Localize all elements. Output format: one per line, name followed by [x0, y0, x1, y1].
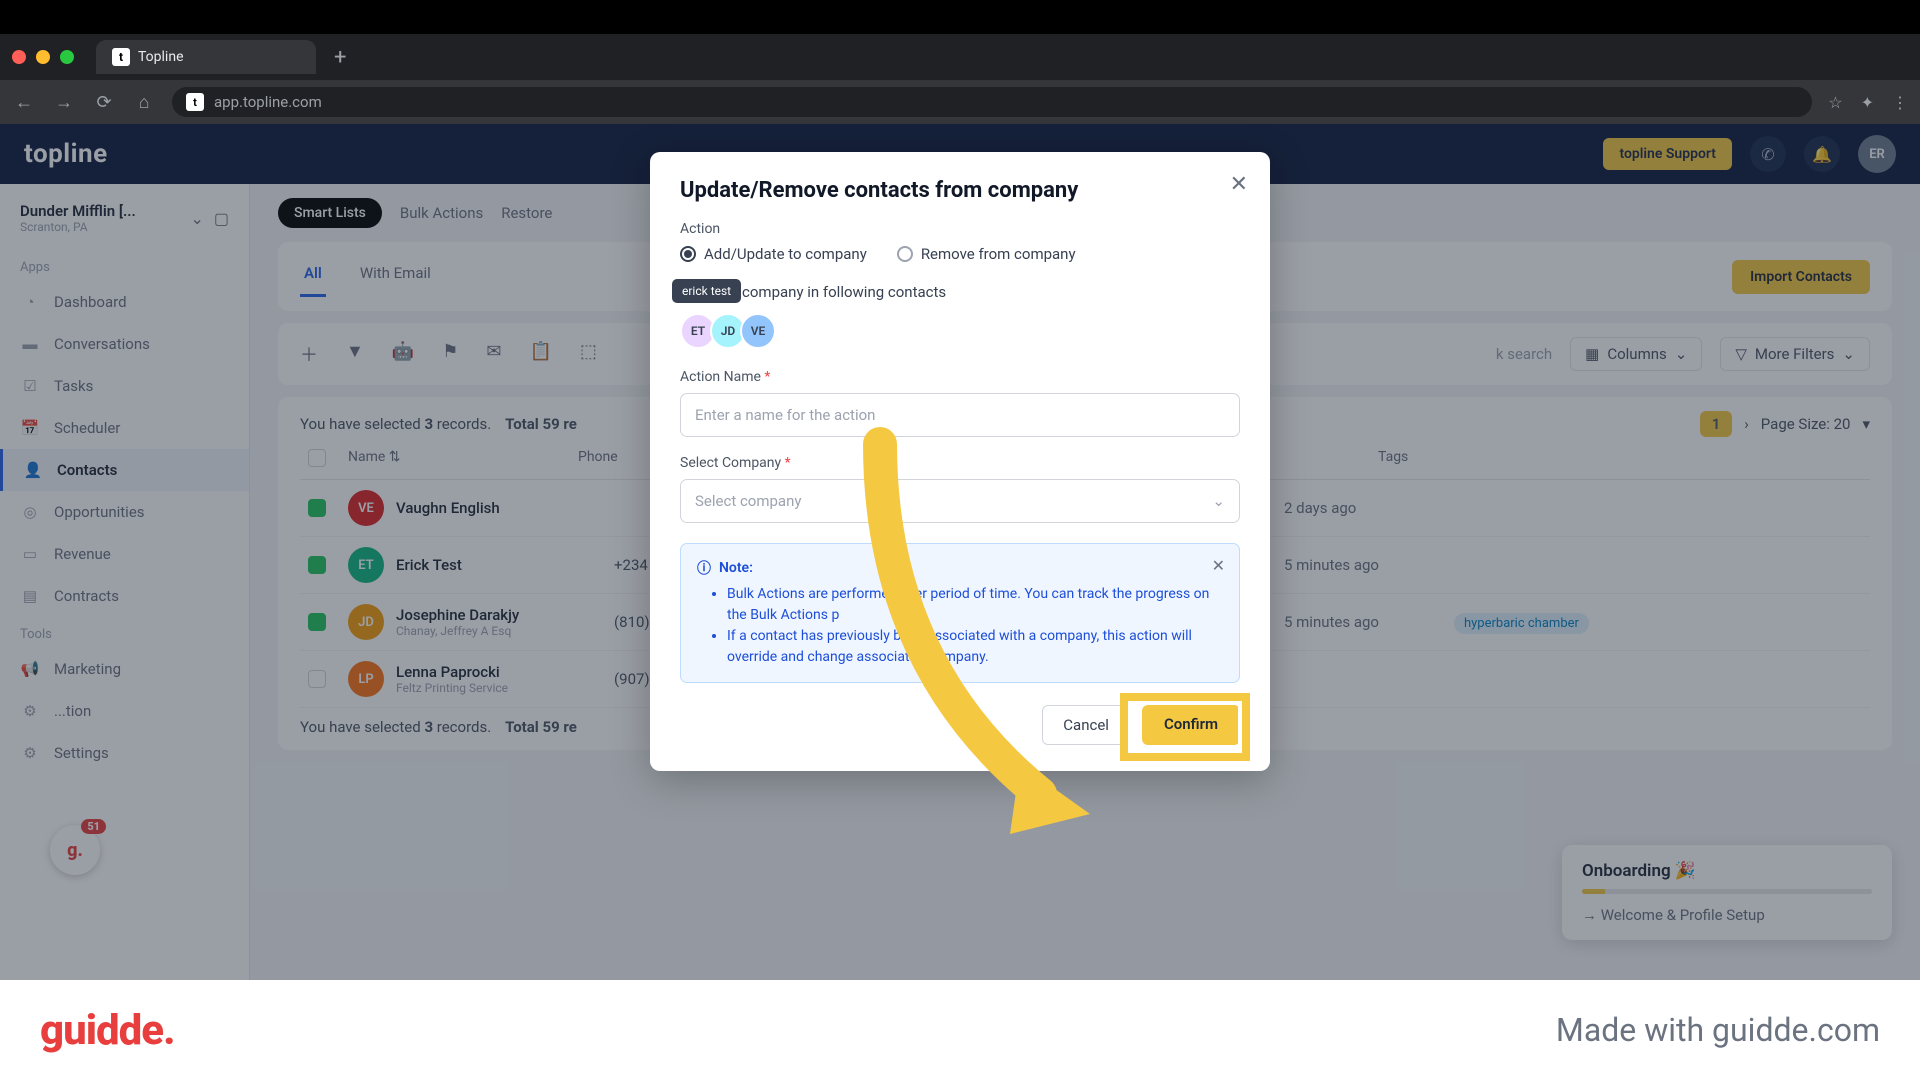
- guidde-logo: guidde.: [40, 1006, 175, 1055]
- note-close-icon[interactable]: ✕: [1212, 556, 1225, 575]
- bookmark-icon[interactable]: ☆: [1828, 93, 1842, 112]
- avatar-tooltip: erick test: [672, 279, 741, 303]
- note-line-2: If a contact has previously been associa…: [727, 626, 1223, 668]
- close-icon[interactable]: ✕: [1230, 172, 1248, 197]
- footer: guidde. Made with guidde.com: [0, 980, 1920, 1080]
- modal-title: Update/Remove contacts from company: [680, 178, 1240, 203]
- chevron-down-icon: ⌄: [1212, 492, 1225, 510]
- url-text: app.topline.com: [214, 93, 322, 111]
- radio-add-update[interactable]: Add/Update to company: [680, 245, 867, 263]
- info-icon: ⓘ: [697, 558, 711, 578]
- forward-button[interactable]: →: [52, 92, 76, 113]
- mini-avatar: VE: [740, 313, 776, 349]
- company-select[interactable]: Select company⌄: [680, 479, 1240, 523]
- browser-tab[interactable]: t Topline: [96, 40, 316, 74]
- confirm-button[interactable]: Confirm: [1142, 705, 1240, 745]
- action-label: Action: [680, 221, 1240, 237]
- url-favicon-icon: t: [186, 93, 204, 111]
- url-bar[interactable]: t app.topline.com: [172, 87, 1812, 117]
- maximize-window-icon[interactable]: [60, 50, 74, 64]
- cancel-button[interactable]: Cancel: [1042, 705, 1130, 745]
- close-window-icon[interactable]: [12, 50, 26, 64]
- update-remove-modal: ✕ Update/Remove contacts from company Ac…: [650, 152, 1270, 771]
- contact-avatars: erick test ETJDVE: [680, 313, 1240, 349]
- note-line-1: Bulk Actions are performed over period o…: [727, 584, 1223, 626]
- modal-subtitle: Add/Edit company in following contacts: [680, 283, 1240, 301]
- extensions-icon[interactable]: ✦: [1861, 93, 1874, 112]
- modal-overlay: ✕ Update/Remove contacts from company Ac…: [0, 124, 1920, 980]
- radio-icon: [897, 246, 913, 262]
- note-box: ✕ ⓘNote: Bulk Actions are performed over…: [680, 543, 1240, 683]
- action-name-label: Action Name *: [680, 369, 1240, 385]
- menu-icon[interactable]: ⋮: [1892, 93, 1908, 112]
- radio-icon: [680, 246, 696, 262]
- browser-tab-bar: t Topline +: [0, 34, 1920, 80]
- back-button[interactable]: ←: [12, 92, 36, 113]
- new-tab-button[interactable]: +: [324, 41, 356, 74]
- window-controls: [12, 50, 74, 64]
- home-button[interactable]: ⌂: [132, 92, 156, 113]
- tab-favicon-icon: t: [112, 48, 130, 66]
- minimize-window-icon[interactable]: [36, 50, 50, 64]
- radio-remove[interactable]: Remove from company: [897, 245, 1076, 263]
- select-company-label: Select Company *: [680, 455, 1240, 471]
- tab-title: Topline: [138, 49, 184, 65]
- browser-toolbar: ← → ⟳ ⌂ t app.topline.com ☆ ✦ ⋮: [0, 80, 1920, 124]
- footer-attribution: Made with guidde.com: [1556, 1011, 1880, 1049]
- reload-button[interactable]: ⟳: [92, 92, 116, 113]
- action-name-input[interactable]: [680, 393, 1240, 437]
